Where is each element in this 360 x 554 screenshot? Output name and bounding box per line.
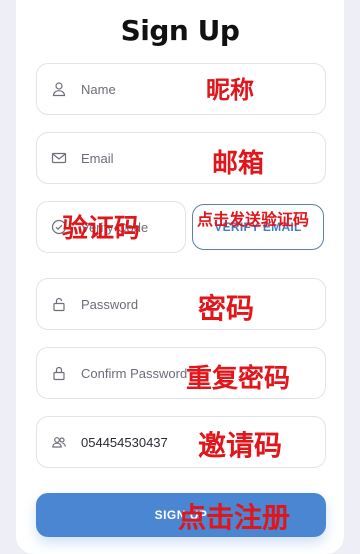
email-placeholder: Email bbox=[81, 150, 114, 166]
check-circle-icon bbox=[50, 218, 68, 236]
confirm-password-placeholder: Confirm Password bbox=[81, 365, 188, 381]
verify-code-field[interactable]: Verify Code bbox=[36, 201, 186, 253]
invite-code-value: 054454530437 bbox=[81, 434, 168, 450]
name-field[interactable]: Name bbox=[36, 63, 326, 115]
mail-icon bbox=[50, 149, 68, 167]
verify-email-button[interactable]: VERIFY EMAIL bbox=[192, 204, 324, 250]
name-placeholder: Name bbox=[81, 81, 116, 97]
lock-icon bbox=[50, 364, 68, 382]
password-placeholder: Password bbox=[81, 296, 139, 312]
invite-code-field[interactable]: 054454530437 bbox=[36, 416, 326, 468]
sign-up-button[interactable]: SIGN UP bbox=[36, 493, 326, 537]
user-icon bbox=[50, 80, 68, 98]
page-title: Sign Up bbox=[120, 14, 240, 47]
signup-card: Sign Up Name Email Verify Code VERIFY EM… bbox=[16, 0, 344, 554]
verify-code-placeholder: Verify Code bbox=[81, 219, 149, 235]
users-icon bbox=[50, 433, 68, 451]
confirm-password-field[interactable]: Confirm Password bbox=[36, 347, 326, 399]
password-field[interactable]: Password bbox=[36, 278, 326, 330]
email-field[interactable]: Email bbox=[36, 132, 326, 184]
lock-open-icon bbox=[50, 295, 68, 313]
